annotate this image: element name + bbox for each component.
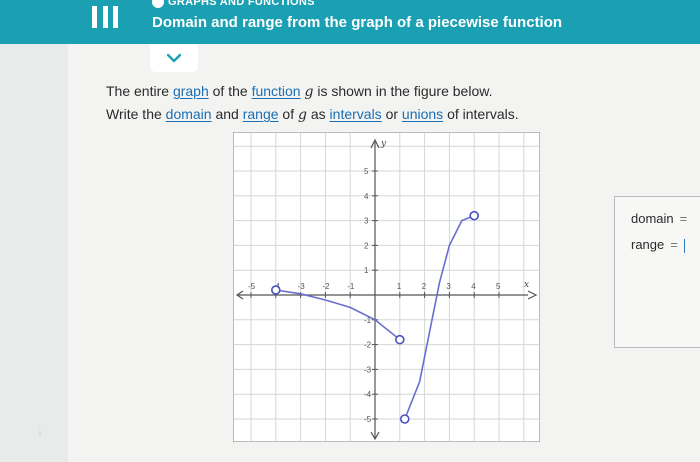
domain-row: domain = [631, 211, 687, 226]
range-equals: = [670, 237, 678, 252]
problem-text: is shown in the figure below. [313, 83, 493, 99]
startpoint-open-2 [399, 414, 410, 424]
x-axis-label: x [524, 280, 529, 290]
x-tick-label: 4 [471, 282, 476, 291]
x-tick-label: 2 [422, 282, 427, 291]
problem-line-1: The entire graph of the function g is sh… [106, 80, 519, 103]
y-axis-label: y [380, 139, 387, 149]
function-link[interactable]: function [252, 83, 301, 99]
chevron-down-icon [167, 53, 181, 63]
top-bar: GRAPHS AND FUNCTIONS Domain and range fr… [0, 0, 700, 44]
problem-text: as [306, 106, 330, 122]
problem-text: of [278, 106, 298, 122]
y-tick-label: -3 [364, 365, 372, 374]
section-label: GRAPHS AND FUNCTIONS [168, 0, 315, 8]
problem-statement: The entire graph of the function g is sh… [106, 80, 519, 126]
x-tick-label: -3 [298, 282, 306, 291]
y-tick-label: -5 [364, 415, 372, 424]
y-tick-label: 5 [364, 167, 369, 176]
menu-icon[interactable] [92, 6, 118, 28]
section-status-icon [152, 0, 164, 8]
problem-text: of intervals. [443, 106, 519, 122]
endpoint-open-1 [395, 334, 405, 345]
x-tick-label: 1 [397, 282, 402, 291]
x-tick-label: 5 [496, 282, 501, 291]
range-row: range = [631, 237, 686, 253]
range-link[interactable]: range [243, 106, 279, 122]
function-variable: g [298, 107, 307, 123]
expand-tab[interactable] [150, 44, 198, 72]
range-input-cursor[interactable] [683, 238, 686, 253]
x-tick-label: -1 [347, 282, 355, 291]
function-graph: xy-5-4-3-2-11234554321-1-2-3-4-5 [233, 132, 540, 442]
x-tick-label: -5 [248, 282, 256, 291]
y-tick-label: -4 [364, 390, 372, 399]
problem-line-2: Write the domain and range of g as inter… [106, 103, 519, 126]
endpoint-open-2 [469, 210, 479, 221]
range-label: range [631, 237, 665, 252]
intervals-link[interactable]: intervals [330, 106, 382, 122]
domain-label: domain [631, 211, 674, 226]
problem-text: The entire [106, 83, 173, 99]
y-tick-label: 1 [364, 266, 369, 275]
answer-panel: domain = range = [614, 196, 700, 348]
y-tick-label: 4 [364, 192, 369, 201]
x-tick-label: 3 [446, 282, 451, 291]
domain-equals: = [679, 211, 688, 226]
domain-link[interactable]: domain [166, 106, 212, 122]
problem-text: of the [208, 83, 252, 99]
y-tick-label: 3 [364, 217, 369, 226]
x-tick-label: -2 [322, 282, 330, 291]
unions-link[interactable]: unions [402, 106, 443, 122]
y-tick-label: 2 [364, 241, 369, 250]
topic-title: Domain and range from the graph of a pie… [152, 14, 563, 31]
startpoint-open-1 [270, 285, 281, 295]
problem-text: or [381, 106, 402, 122]
side-mark: ⋮ [36, 428, 44, 437]
problem-text: Write the [106, 106, 166, 122]
problem-text: and [211, 106, 243, 122]
graph-link[interactable]: graph [173, 83, 209, 99]
y-tick-label: -2 [364, 341, 372, 350]
